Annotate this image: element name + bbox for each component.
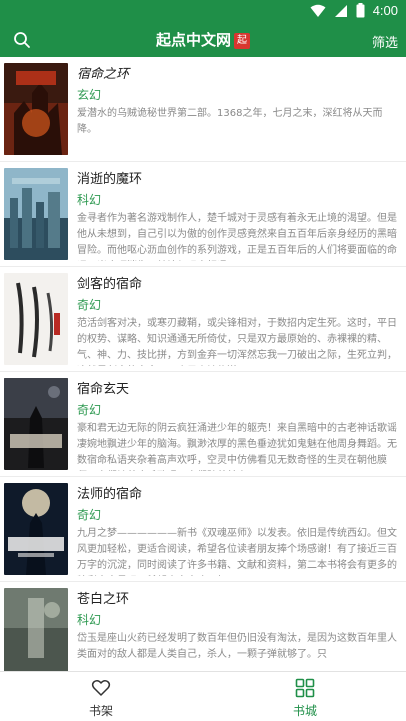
book-genre: 奇幻: [77, 403, 102, 417]
book-item[interactable]: 剑客的宿命 奇幻 范活剑客对决，或寒刃藏鞘，或尖锋相对，于数招内定生死。这时，平…: [0, 267, 406, 372]
book-description: 豪和君无边无际的阴云疯狂涌进少年的躯壳！来自黑暗中的古老神话歌谣凄婉地飘进少年的…: [77, 423, 397, 466]
status-time: 4:00: [372, 3, 398, 18]
signal-icon: [334, 4, 347, 17]
book-cover: [4, 378, 68, 470]
book-cover: [4, 483, 68, 575]
book-title[interactable]: 消逝的魔环: [77, 168, 142, 187]
book-genre: 玄幻: [77, 88, 102, 102]
book-item[interactable]: 宿命之环 玄幻 爱潜水的乌贼诡秘世界第二部。1368之年，七月之末，深红将从天而…: [0, 57, 406, 162]
bottom-nav: 书架 书城: [0, 671, 406, 721]
book-item[interactable]: 法师的宿命 奇幻 九月之梦——————新书《双魂巫师》以发表。依旧是传统西幻。但…: [0, 477, 406, 582]
tab-bookshelf[interactable]: 书架: [41, 672, 161, 721]
book-cover: [4, 168, 68, 260]
tab-label: 书城: [292, 704, 317, 718]
wifi-icon: [310, 4, 326, 17]
book-title[interactable]: 宿命玄天: [77, 378, 129, 397]
battery-icon: [356, 3, 365, 18]
logo-seal-icon: 起: [234, 32, 250, 49]
book-title[interactable]: 苍白之环: [77, 588, 129, 607]
book-genre: 奇幻: [77, 508, 102, 522]
book-description: 范活剑客对决，或寒刃藏鞘，或尖锋相对，于数招内定生死。这时，平日的权势、谋略、知…: [77, 318, 397, 361]
book-cover: [4, 588, 68, 671]
book-item[interactable]: 消逝的魔环 科幻 金寻者作为著名游戏制作人，楚千城对于灵感有着永无止境的渴望。但…: [0, 162, 406, 267]
book-description: 九月之梦——————新书《双魂巫师》以发表。依旧是传统西幻。但文风更加轻松，更适…: [77, 528, 397, 571]
book-genre: 奇幻: [77, 298, 102, 312]
book-description: 岱玉是座山火药已经发明了数百年但仍旧没有淘汰，是因为这数百年里人类面对的敌人都是…: [77, 633, 397, 660]
book-list[interactable]: 宿命之环 玄幻 爱潜水的乌贼诡秘世界第二部。1368之年，七月之末，深红将从天而…: [0, 57, 406, 671]
book-title[interactable]: 法师的宿命: [77, 483, 142, 502]
book-cover: [4, 63, 68, 155]
book-genre: 科幻: [77, 613, 102, 627]
book-description: 金寻者作为著名游戏制作人，楚千城对于灵感有着永无止境的渴望。但是他从未想到，自己…: [77, 213, 397, 256]
filter-button[interactable]: 筛选: [372, 32, 398, 51]
heart-icon: [91, 680, 111, 696]
book-title[interactable]: 剑客的宿命: [77, 273, 142, 292]
book-item[interactable]: 苍白之环 科幻 岱玉是座山火药已经发明了数百年但仍旧没有淘汰，是因为这数百年里人…: [0, 582, 406, 671]
book-title[interactable]: 宿命之环: [77, 63, 129, 82]
tab-bookstore[interactable]: 书城: [245, 672, 365, 721]
book-description: 爱潜水的乌贼诡秘世界第二部。1368之年，七月之末，深红将从天而降。: [77, 108, 383, 135]
grid-icon: [295, 678, 315, 698]
book-item[interactable]: 宿命玄天 奇幻 豪和君无边无际的阴云疯狂涌进少年的躯壳！来自黑暗中的古老神话歌谣…: [0, 372, 406, 477]
app-title: 起点中文网起: [0, 29, 406, 50]
book-genre: 科幻: [77, 193, 102, 207]
status-bar: 4:00: [0, 0, 406, 24]
app-title-text: 起点中文网: [155, 31, 231, 49]
app-bar: 起点中文网起 筛选: [0, 24, 406, 57]
tab-label: 书架: [88, 704, 113, 718]
book-cover: [4, 273, 68, 365]
